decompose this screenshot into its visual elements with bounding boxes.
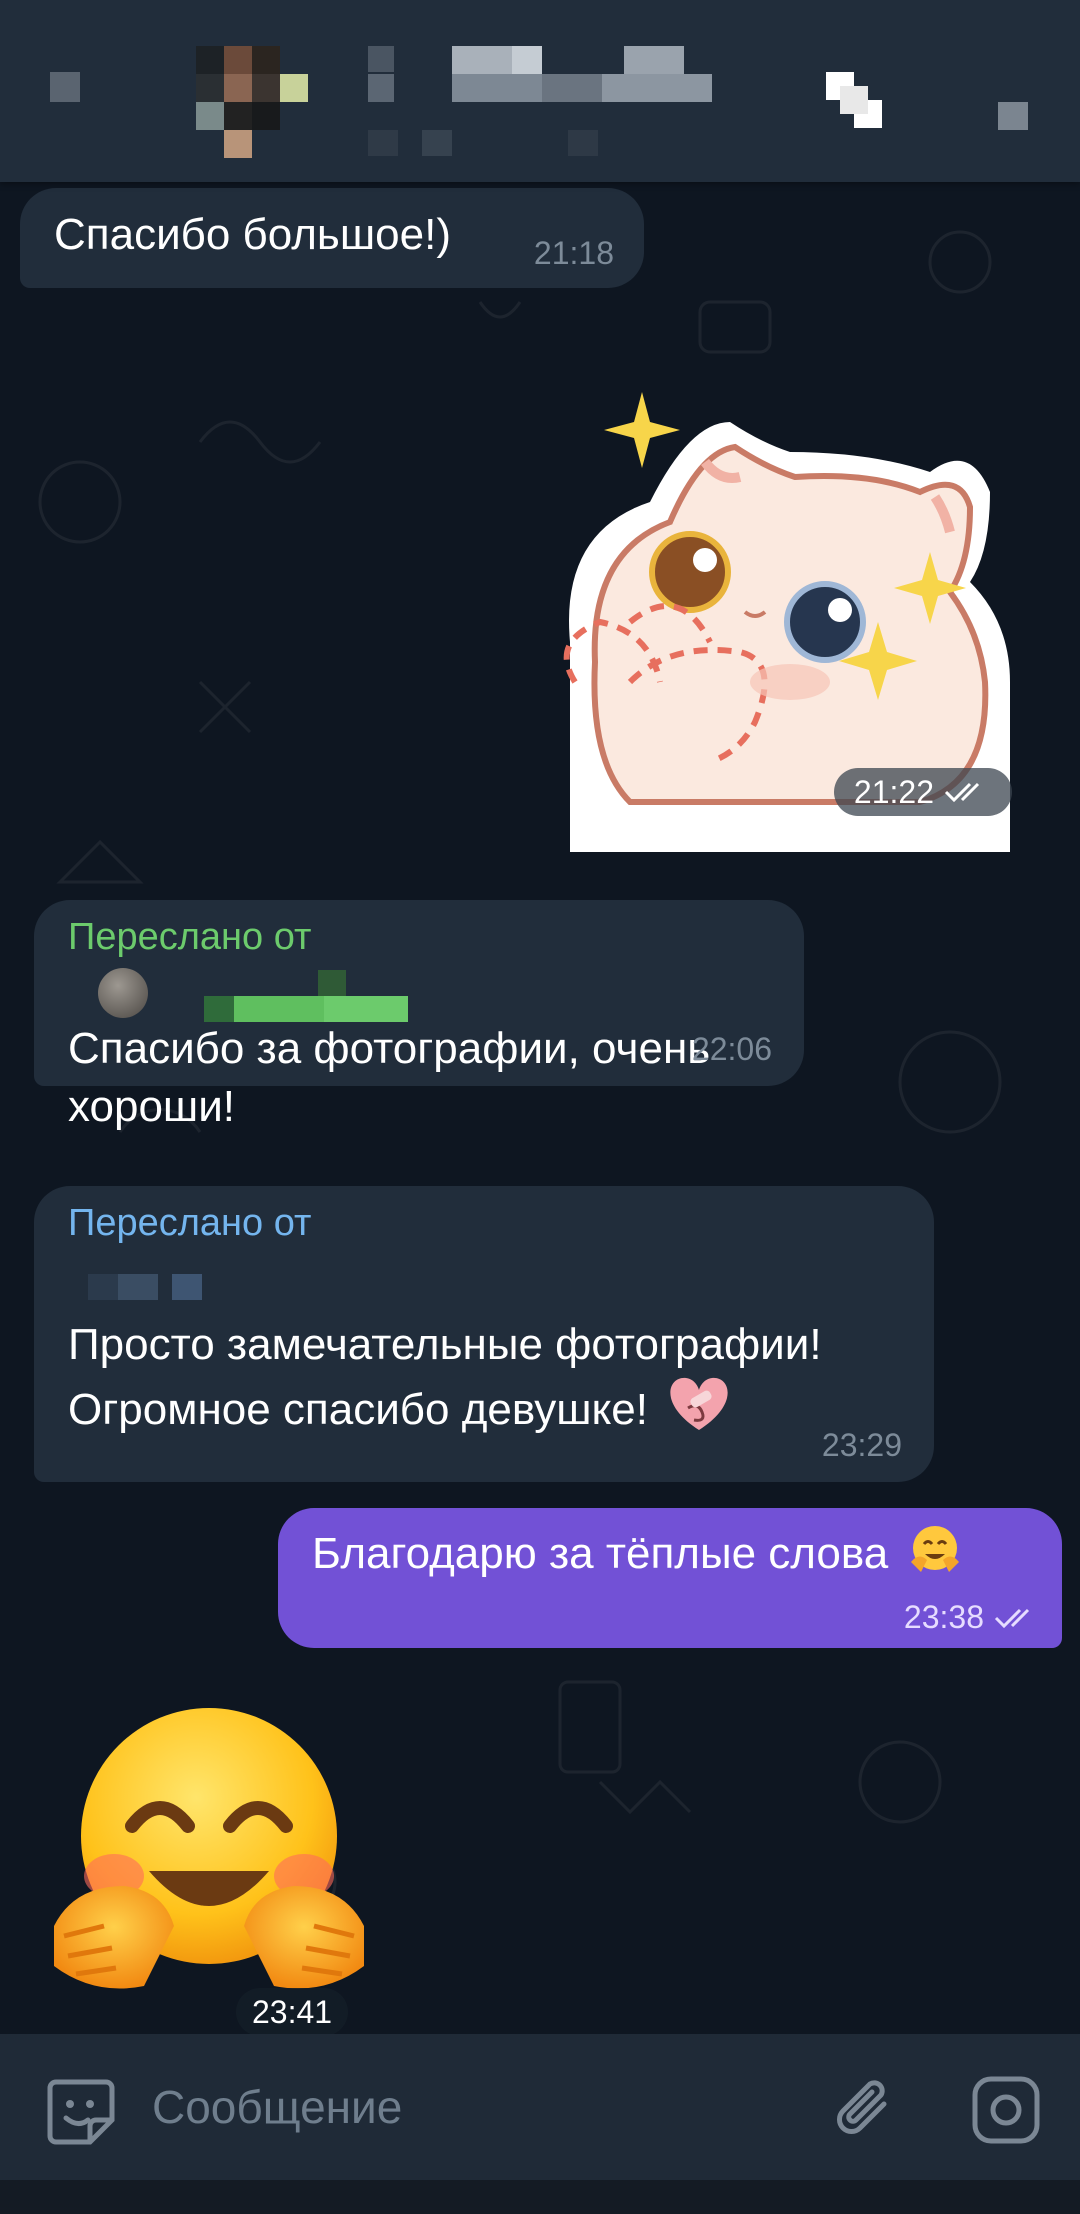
sticker-emoji-button[interactable] bbox=[46, 2076, 116, 2146]
chat-header bbox=[0, 0, 1080, 182]
message-text-line: Спасибо за фотографии, очень bbox=[68, 1024, 711, 1073]
menu-button[interactable] bbox=[998, 102, 1028, 130]
message-bubble-outgoing[interactable]: Благодарю за тёплые слова 23:38 bbox=[278, 1508, 1062, 1648]
message-time: 23:38 bbox=[903, 1599, 984, 1635]
message-text-line: хороши! bbox=[68, 1082, 236, 1131]
message-time: 21:22 bbox=[833, 768, 1012, 816]
message-time: 23:41 bbox=[236, 1988, 349, 2034]
avatar[interactable] bbox=[196, 46, 308, 158]
chat-title-blurred[interactable] bbox=[368, 46, 748, 156]
message-input[interactable]: Сообщение bbox=[152, 2080, 402, 2134]
message-text-line: Огромное спасибо девушке! bbox=[68, 1374, 902, 1439]
hugging-face-emoji[interactable] bbox=[54, 1706, 364, 1996]
chat-area[interactable]: Спасибо большое!) 21:18 21:22 Переслано … bbox=[0, 182, 1080, 2034]
forwarded-message-bubble[interactable]: Переслано от Спасибо за фотографии, очен… bbox=[34, 900, 804, 1131]
message-text: Благодарю за тёплые слова bbox=[312, 1529, 889, 1578]
heart-bandage-emoji bbox=[670, 1377, 728, 1430]
forwarded-label: Переслано от bbox=[68, 1202, 312, 1244]
read-checkmarks-icon bbox=[994, 1608, 1030, 1628]
forwarded-message-bubble[interactable]: Переслано от Просто замечательные фотогр… bbox=[34, 1186, 934, 1482]
system-navigation-bar bbox=[0, 2180, 1080, 2214]
message-time: 23:29 bbox=[821, 1427, 902, 1463]
forwarded-label: Переслано от bbox=[68, 916, 312, 958]
message-text-line: Благодарю за тёплые слова bbox=[312, 1522, 1030, 1583]
message-text-line: Просто замечательные фотографии! bbox=[68, 1320, 822, 1369]
sender-avatar bbox=[98, 968, 148, 1018]
message-time: 21:18 bbox=[533, 235, 614, 271]
message-time: 22:06 bbox=[691, 1031, 772, 1067]
message-bubble-incoming[interactable]: Спасибо большое!) 21:18 bbox=[20, 188, 644, 288]
back-button[interactable] bbox=[50, 72, 80, 102]
message-meta: 23:38 bbox=[904, 1599, 1042, 1636]
sticker-message[interactable]: 21:22 bbox=[540, 382, 1030, 852]
sticker-time-text: 21:22 bbox=[853, 774, 934, 810]
message-text: Огромное спасибо девушке! bbox=[68, 1385, 648, 1434]
call-button[interactable] bbox=[826, 72, 882, 130]
camera-icon[interactable] bbox=[970, 2074, 1042, 2146]
message-input-bar: Сообщение bbox=[0, 2034, 1080, 2180]
forwarded-sender-blurred[interactable] bbox=[68, 962, 772, 1022]
message-text: Спасибо большое!) bbox=[54, 210, 451, 259]
forwarded-sender-blurred[interactable] bbox=[68, 1248, 902, 1306]
attach-icon[interactable] bbox=[832, 2074, 902, 2146]
read-checkmarks-icon bbox=[944, 782, 980, 803]
hugging-face-emoji bbox=[910, 1526, 959, 1572]
